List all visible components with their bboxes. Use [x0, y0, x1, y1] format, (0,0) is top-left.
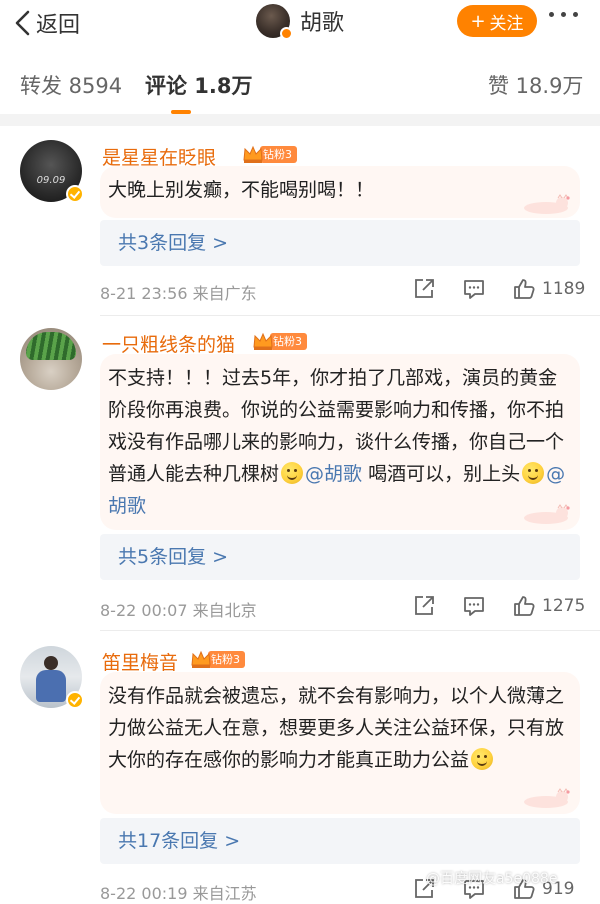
comment-icon	[464, 597, 484, 616]
commenter-avatar[interactable]	[20, 646, 84, 709]
tab-repost[interactable]: 转发 8594	[20, 70, 122, 100]
header-username: 胡歌	[300, 11, 345, 36]
back-label: 返回	[36, 13, 81, 38]
fan-badge-label: 钻粉3	[260, 145, 297, 163]
share-icon	[415, 279, 434, 298]
fan-badge: 钻粉3	[190, 649, 245, 669]
fan-badge-label: 钻粉3	[270, 332, 307, 350]
dot-icon	[561, 12, 566, 17]
comment-meta: 8-22 00:07 来自北京	[100, 601, 257, 620]
person-head-shape	[44, 656, 58, 670]
comment-divider	[100, 630, 600, 631]
watermark: @百度网友a5e088e	[426, 871, 558, 887]
comment-text-continued: 喝酒可以，别上头	[362, 463, 521, 485]
follow-button[interactable]: + 关注	[457, 5, 537, 37]
commenter-avatar[interactable]	[20, 328, 82, 390]
section-divider	[0, 114, 600, 126]
more-options-button[interactable]	[549, 12, 578, 17]
comment-button[interactable]	[462, 277, 486, 301]
thumb-up-icon	[514, 596, 535, 616]
comment-bubble: 大晚上别发癫，不能喝别喝！！	[100, 166, 580, 218]
share-icon	[415, 596, 434, 615]
fan-badge: 钻粉3	[252, 331, 307, 351]
avatar-date-text: 09.09	[36, 175, 66, 186]
share-button[interactable]	[412, 594, 436, 618]
like-count: 1275	[542, 596, 586, 616]
comment-item: 一只粗线条的猫 钻粉3 不支持！！！过去5年，你才拍了几部戏，演员的黄金阶段你再…	[0, 316, 600, 636]
fan-badge: 钻粉3	[242, 144, 297, 164]
sleeping-cat-sticker-icon	[524, 788, 570, 808]
comment-text: 大晚上别发癫，不能喝别喝！！	[108, 179, 375, 201]
smiley-emoji-icon	[471, 748, 494, 770]
comment-bubble: 不支持！！！过去5年，你才拍了几部戏，演员的黄金阶段你再浪费。你说的公益需要影响…	[100, 354, 580, 530]
back-button[interactable]: 返回	[14, 8, 80, 38]
verified-badge-icon	[66, 691, 84, 709]
sleeping-cat-sticker-icon	[524, 194, 570, 214]
header-user[interactable]: 胡歌	[256, 4, 345, 40]
like-count: 1189	[542, 279, 586, 299]
thumb-up-icon	[514, 279, 535, 299]
comment-actions: 1189	[412, 277, 585, 301]
like-button[interactable]: 1189	[512, 277, 585, 301]
commenter-avatar[interactable]: 09.09	[20, 140, 84, 203]
top-bar: 返回 胡歌 + 关注	[0, 0, 600, 48]
comment-meta: 8-22 00:19 来自江苏	[100, 884, 257, 903]
view-replies-link[interactable]: 共3条回复 >	[100, 220, 580, 266]
crown-icon	[243, 145, 263, 163]
tab-comment[interactable]: 评论 1.8万	[145, 70, 253, 100]
comment-button[interactable]	[462, 594, 486, 618]
like-button[interactable]: 1275	[512, 594, 585, 618]
plus-icon: +	[470, 10, 486, 32]
tab-like[interactable]: 赞 18.9万	[488, 70, 583, 100]
view-replies-link[interactable]: 共17条回复 >	[100, 818, 580, 864]
comment-text: 没有作品就会被遗忘，就不会有影响力，以个人微薄之力做公益无人在意，想要更多人关注…	[108, 685, 565, 771]
comment-icon	[464, 280, 484, 299]
comment-actions: 1275	[412, 594, 585, 618]
share-button[interactable]	[412, 277, 436, 301]
smiley-emoji-icon	[281, 462, 304, 484]
follow-label: 关注	[489, 13, 524, 34]
view-replies-link[interactable]: 共5条回复 >	[100, 534, 580, 580]
comment-item: 笛里梅音 钻粉3 没有作品就会被遗忘，就不会有影响力，以个人微薄之力做公益无人在…	[0, 636, 600, 903]
comment-username[interactable]: 一只粗线条的猫	[102, 330, 235, 357]
comment-username[interactable]: 笛里梅音	[102, 648, 178, 675]
crown-icon	[191, 650, 211, 668]
verified-badge-icon	[66, 185, 84, 203]
person-body-shape	[36, 670, 66, 702]
comment-bubble: 没有作品就会被遗忘，就不会有影响力，以个人微薄之力做公益无人在意，想要更多人关注…	[100, 672, 580, 814]
mention-link[interactable]: @胡歌	[305, 463, 362, 485]
crown-icon	[253, 332, 273, 350]
avatar[interactable]	[256, 4, 293, 40]
fan-badge-label: 钻粉3	[208, 650, 245, 668]
verified-badge-icon	[280, 27, 293, 40]
smiley-emoji-icon	[522, 462, 545, 484]
dot-icon	[549, 12, 554, 17]
chevron-left-icon	[15, 10, 30, 36]
sleeping-cat-sticker-icon	[524, 504, 570, 524]
tab-bar: 转发 8594 评论 1.8万 赞 18.9万	[0, 50, 600, 114]
melon-hat-shape	[26, 332, 76, 360]
comment-item: 09.09 是星星在眨眼_ 钻粉3 大晚上别发癫，不能喝别喝！！ 共3条回复 >…	[0, 126, 600, 316]
comment-meta: 8-21 23:56 来自广东	[100, 284, 257, 303]
dot-icon	[573, 12, 578, 17]
